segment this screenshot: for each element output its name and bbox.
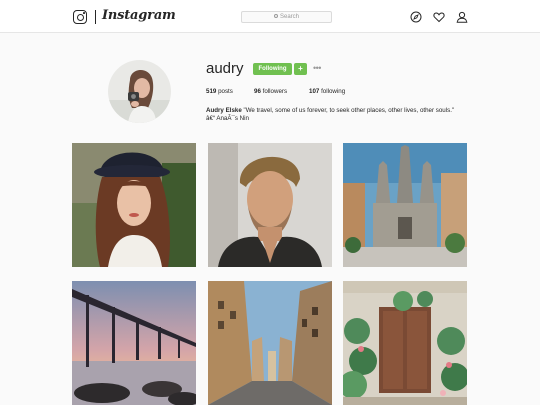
post-image-pier-sunset <box>72 281 196 405</box>
suggested-users-button[interactable]: + <box>294 63 307 75</box>
posts-count-value: 519 <box>206 88 217 95</box>
nav-divider <box>95 10 96 24</box>
post-thumbnail-4[interactable] <box>72 281 196 405</box>
followers-count-value: 96 <box>254 88 261 95</box>
instagram-wordmark[interactable]: Instagram <box>102 8 176 23</box>
following-count-value: 107 <box>309 88 320 95</box>
bio-quote: "We travel, some of us forever, to seek … <box>243 107 455 114</box>
profile-person-icon[interactable] <box>456 11 468 23</box>
followers-count[interactable]: 96 followers <box>254 88 287 95</box>
post-image-man-portrait <box>208 143 332 267</box>
profile-username: audry <box>206 60 244 77</box>
search-placeholder: Search <box>279 14 299 20</box>
following-count-label: following <box>321 88 346 95</box>
bio-name: Audry Elske <box>206 107 242 114</box>
post-image-cathedral <box>343 143 467 267</box>
posts-count: 519 posts <box>206 88 233 95</box>
following-count[interactable]: 107 following <box>309 88 345 95</box>
bio-attribution: â€“ AnaÃ¯s Nin <box>206 115 249 122</box>
post-image-city-street <box>208 281 332 405</box>
more-options-button[interactable]: ••• <box>313 63 321 73</box>
avatar[interactable] <box>108 60 171 123</box>
post-thumbnail-1[interactable] <box>72 143 196 267</box>
explore-compass-icon[interactable] <box>410 11 422 23</box>
top-nav: Instagram Search <box>0 0 540 33</box>
activity-heart-icon[interactable] <box>433 11 445 23</box>
post-thumbnail-3[interactable] <box>343 143 467 267</box>
search-icon <box>273 14 278 18</box>
bio-line-1: Audry Elske "We travel, some of us forev… <box>206 107 454 114</box>
instagram-camera-icon[interactable] <box>73 10 87 24</box>
posts-count-label: posts <box>218 88 233 95</box>
post-thumbnail-5[interactable] <box>208 281 332 405</box>
search-input[interactable]: Search <box>241 11 332 23</box>
post-image-flower-door <box>343 281 467 405</box>
post-thumbnail-2[interactable] <box>208 143 332 267</box>
post-image-woman-in-hat <box>72 143 196 267</box>
followers-count-label: followers <box>262 88 288 95</box>
following-button[interactable]: Following <box>253 63 292 75</box>
post-thumbnail-6[interactable] <box>343 281 467 405</box>
